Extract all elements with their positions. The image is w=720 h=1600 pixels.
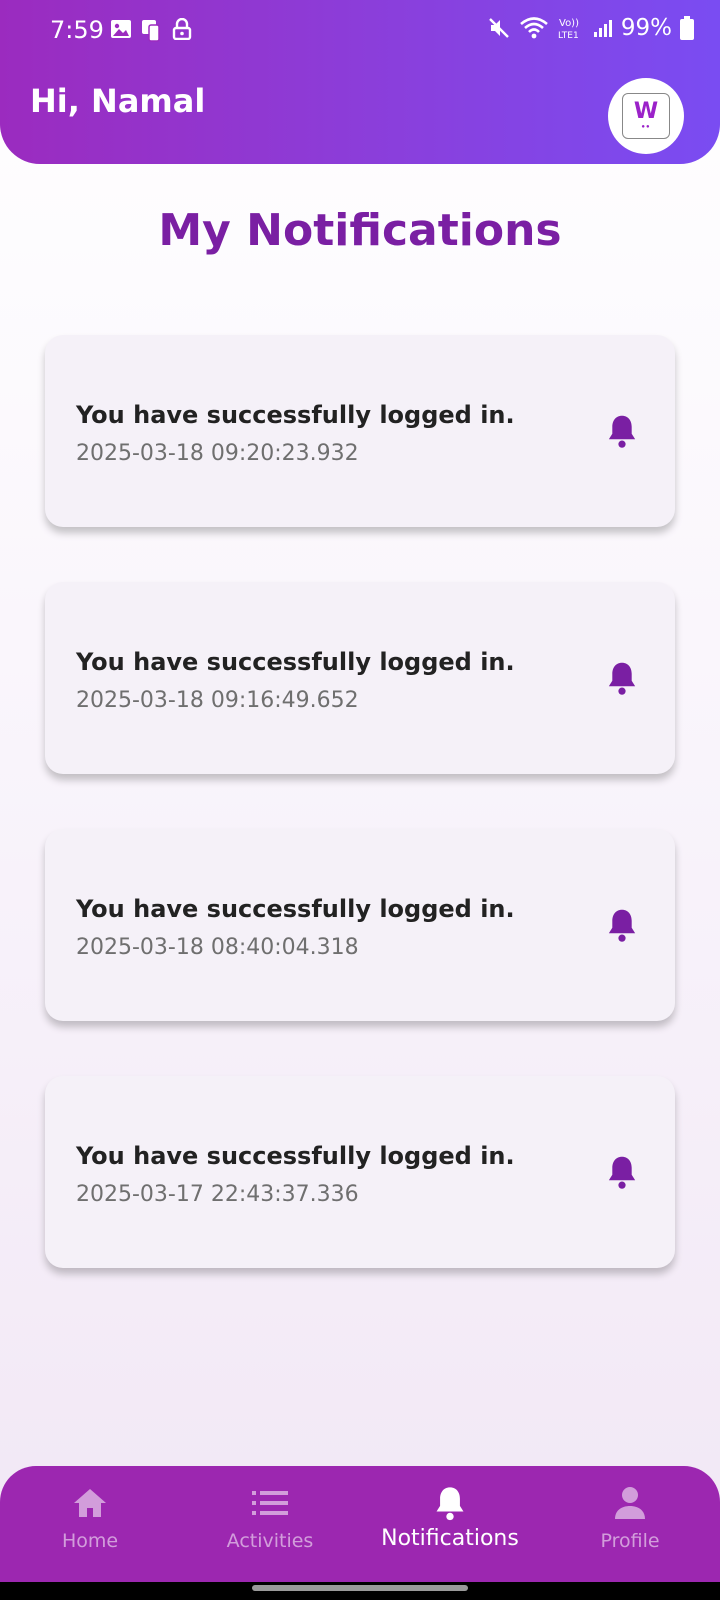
volte-icon: Vo)) LTE1 [558, 18, 579, 41]
gallery-icon [111, 20, 131, 38]
notification-timestamp: 2025-03-18 09:20:23.932 [76, 441, 359, 466]
screen-mirror-icon [142, 20, 160, 42]
nav-item-home[interactable]: Home [0, 1466, 180, 1582]
wifi-icon [520, 17, 548, 39]
nav-item-profile[interactable]: Profile [540, 1466, 720, 1582]
notification-card[interactable]: You have successfully logged in. 2025-03… [45, 829, 675, 1021]
nav-label-notifications: Notifications [381, 1526, 519, 1551]
status-time: 7:59 [50, 16, 104, 44]
notification-message: You have successfully logged in. [76, 401, 515, 429]
status-bar: 7:59 Vo)) LTE1 99% [0, 0, 720, 64]
notification-timestamp: 2025-03-18 08:40:04.318 [76, 935, 359, 960]
status-right-icons: Vo)) LTE1 99% [487, 15, 694, 41]
nav-label-profile: Profile [600, 1530, 660, 1552]
battery-percent: 99% [620, 15, 672, 41]
battery-icon [680, 16, 694, 40]
mute-icon [489, 18, 509, 38]
lock-icon [172, 18, 192, 40]
greeting-text: Hi, Namal [30, 82, 206, 120]
bell-icon [608, 415, 636, 448]
list-icon [252, 1491, 288, 1515]
logo-letter: W [633, 99, 659, 124]
bottom-nav: Home Activities Notifications Profile [0, 1466, 720, 1582]
status-left-icons [110, 18, 192, 42]
nav-label-activities: Activities [226, 1530, 314, 1552]
person-icon [615, 1487, 645, 1519]
bell-icon [436, 1487, 464, 1521]
home-gesture-pill[interactable] [252, 1585, 468, 1591]
notification-message: You have successfully logged in. [76, 895, 515, 923]
bell-icon [608, 662, 636, 695]
notification-card[interactable]: You have successfully logged in. 2025-03… [45, 1076, 675, 1268]
app-logo: W ●● [622, 93, 670, 139]
profile-avatar[interactable]: W ●● [608, 78, 684, 154]
svg-text:Vo)): Vo)) [559, 18, 579, 29]
home-icon [74, 1489, 106, 1517]
bell-icon [608, 1156, 636, 1189]
notification-message: You have successfully logged in. [76, 1142, 515, 1170]
bell-icon [608, 909, 636, 942]
logo-dots: ●● [641, 124, 651, 130]
notification-timestamp: 2025-03-17 22:43:37.336 [76, 1182, 359, 1207]
notification-timestamp: 2025-03-18 09:16:49.652 [76, 688, 359, 713]
signal-icon [593, 20, 612, 37]
notification-card[interactable]: You have successfully logged in. 2025-03… [45, 582, 675, 774]
nav-item-notifications[interactable]: Notifications [360, 1466, 540, 1582]
nav-label-home: Home [61, 1530, 119, 1552]
nav-item-activities[interactable]: Activities [180, 1466, 360, 1582]
page-title: My Notifications [158, 205, 562, 256]
svg-text:LTE1: LTE1 [558, 31, 579, 41]
notification-card[interactable]: You have successfully logged in. 2025-03… [45, 335, 675, 527]
notification-message: You have successfully logged in. [76, 648, 515, 676]
app-header: 7:59 Vo)) LTE1 99% Hi, Namal W ●● [0, 0, 720, 164]
